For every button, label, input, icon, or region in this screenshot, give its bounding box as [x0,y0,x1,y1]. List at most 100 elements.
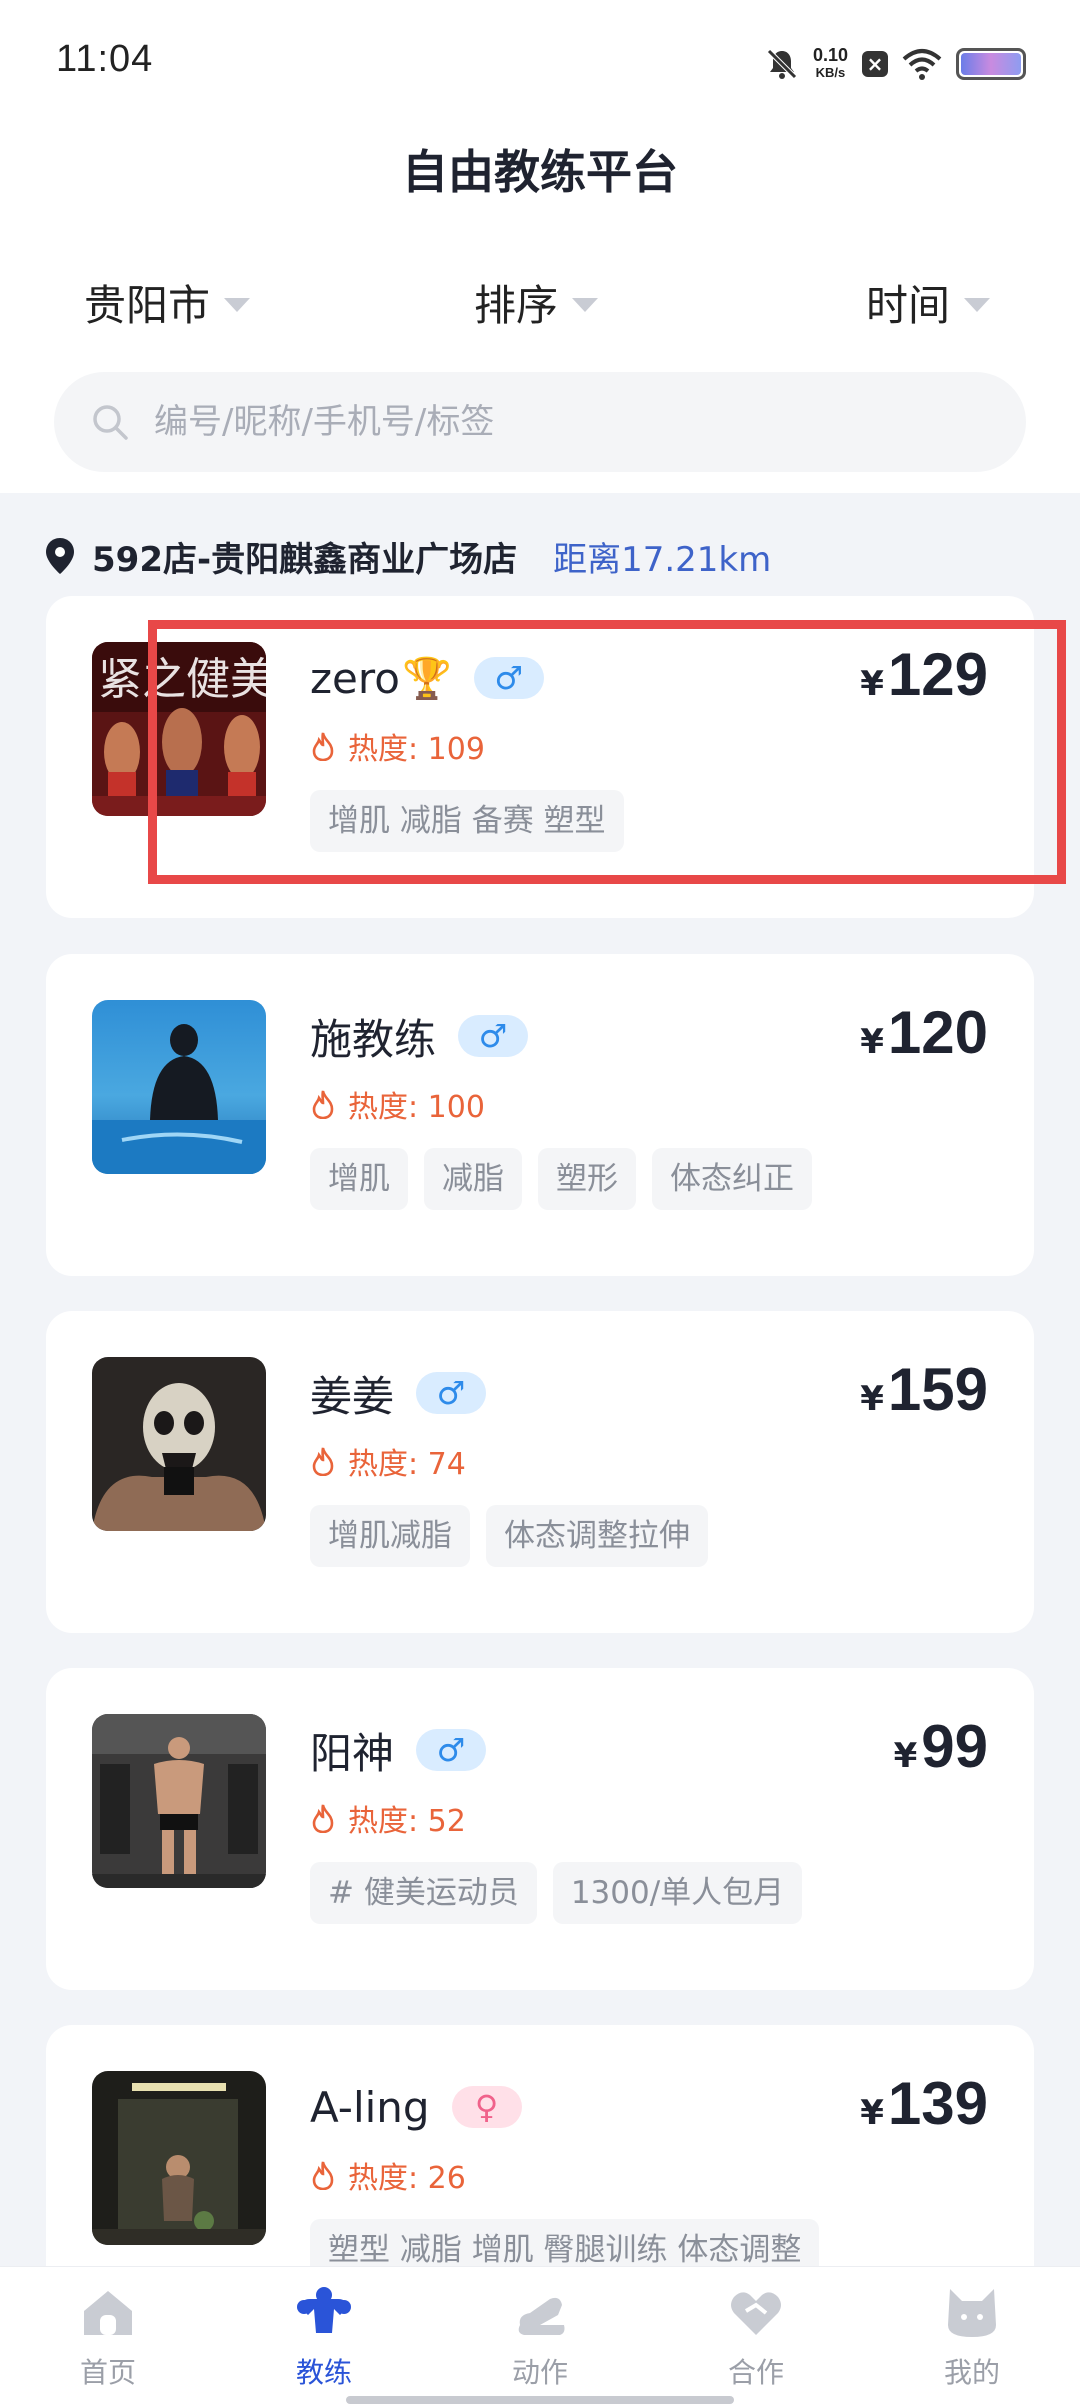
coach-heat: 热度: 109 [310,724,485,768]
currency-symbol: ¥ [860,1022,884,1062]
status-icons: 0.10 KB/s × [765,40,1026,88]
tab-action[interactable]: 动作 [470,2285,610,2391]
flame-icon [312,732,334,761]
caret-down-icon [572,297,599,312]
coach-heat: 热度: 74 [310,1439,466,1483]
status-bar: 11:04 0.10 KB/s × [0,0,1080,120]
male-gender-badge: ♂ [458,1015,529,1057]
coach-tags: 增肌减脂 体态调整拉伸 [310,1505,708,1567]
caret-down-icon [224,297,251,312]
coach-name: A-ling [310,2082,430,2132]
coach-name-row: 施教练 ♂ [310,1006,529,1066]
currency-symbol: ¥ [860,1379,884,1419]
search-bar[interactable] [54,372,1026,472]
tab-home[interactable]: 首页 [38,2285,178,2391]
handshake-icon [731,2292,781,2335]
coach-card-zero[interactable]: 紧之健美 zero 🏆 ♂ 热度: 109 增肌 减脂 备赛 塑型 ¥ 129 [46,596,1034,918]
coach-name-row: 姜姜 ♂ [310,1363,487,1423]
coach-avatar [92,1357,266,1531]
coach-price: ¥ 139 [860,2069,988,2138]
coach-price: ¥ 99 [894,1712,988,1781]
coach-name-row: A-ling ♀ [310,2077,522,2137]
store-name: 592店-贵阳麒鑫商业广场店 [92,539,518,580]
svg-text:紧之健美: 紧之健美 [98,654,266,705]
currency-symbol: ¥ [893,1736,918,1776]
coach-tag: 1300/单人包月 [552,1862,803,1924]
coach-heat-text: 热度: 100 [348,1090,485,1125]
coach-tag: 增肌 [310,1148,408,1210]
currency-symbol: ¥ [860,2093,884,2133]
mute-bell-icon [767,49,797,79]
male-gender-badge: ♂ [473,657,544,699]
tab-coach-label: 教练 [295,2356,352,2389]
filter-sort-label: 排序 [474,281,559,330]
net-speed: 0.10 KB/s [813,46,848,82]
coach-avatar [92,1000,266,1174]
tab-action-label: 动作 [511,2356,568,2389]
coach-tag: 增肌 减脂 备赛 塑型 [310,790,624,852]
coach-name: 阳神 [310,1728,395,1778]
coach-heat: 热度: 52 [310,1796,466,1840]
tab-home-label: 首页 [79,2356,136,2389]
tab-cooperation[interactable]: 合作 [686,2285,826,2391]
flame-icon [312,2161,334,2190]
flame-icon [312,1090,334,1119]
female-gender-badge: ♀ [451,2086,522,2128]
coach-tag: 塑形 [538,1148,636,1210]
coach-heat-text: 热度: 74 [348,1447,466,1482]
coach-name: 姜姜 [310,1371,395,1421]
coach-heat-text: 热度: 109 [348,732,485,767]
price-value: 120 [887,999,988,1066]
coach-name-row: zero 🏆 ♂ [310,648,544,708]
coach-heat-text: 热度: 52 [348,1804,466,1839]
bottom-tab-bar: 首页 教练 动作 合作 我的 [0,2266,1080,2408]
net-speed-unit: KB/s [815,65,846,80]
coach-heat-text: 热度: 26 [348,2161,466,2196]
coach-tag: 体态纠正 [652,1148,812,1210]
coach-avatar [92,1714,266,1888]
caret-down-icon [964,297,991,312]
currency-symbol: ¥ [860,664,884,704]
coach-tag: 减脂 [424,1148,522,1210]
trophy-icon: 🏆 [401,655,452,702]
status-time: 11:04 [56,38,154,80]
tab-coach[interactable]: 教练 [254,2285,394,2391]
filter-time-label: 时间 [866,281,951,330]
coach-heat: 热度: 26 [310,2153,466,2197]
home-indicator [346,2396,734,2404]
coach-tag: 增肌减脂 [310,1505,470,1567]
search-input[interactable] [154,402,954,442]
net-speed-value: 0.10 [812,45,848,65]
tab-mine[interactable]: 我的 [902,2285,1042,2391]
coach-tags: # 健美运动员 1300/单人包月 [310,1862,803,1924]
coach-card-yangshen[interactable]: 阳神 ♂ 热度: 52 # 健美运动员 1300/单人包月 ¥ 99 [46,1668,1034,1990]
notification-x-icon: × [862,51,888,77]
flame-icon [312,1804,334,1833]
coach-name: zero [310,653,400,703]
location-pin-icon [46,538,74,574]
coach-tag: 体态调整拉伸 [486,1505,708,1567]
wifi-icon [902,49,942,80]
price-value: 139 [887,2070,988,2137]
price-value: 99 [921,1713,988,1780]
tab-mine-label: 我的 [943,2356,1000,2389]
coach-avatar [92,2071,266,2245]
store-info: 592店-贵阳麒鑫商业广场店 距离17.21km [44,528,771,584]
coach-card-jiang[interactable]: 姜姜 ♂ 热度: 74 增肌减脂 体态调整拉伸 ¥ 159 [46,1311,1034,1633]
filter-time[interactable]: 时间 [866,272,991,333]
coach-price: ¥ 159 [860,1355,988,1424]
coach-name-row: 阳神 ♂ [310,1720,487,1780]
coach-avatar: 紧之健美 [92,642,266,816]
filter-bar: 贵阳市 排序 时间 [0,272,1080,342]
filter-city[interactable]: 贵阳市 [84,272,251,333]
tab-cooperation-label: 合作 [727,2356,784,2389]
coach-icon [297,2287,351,2333]
store-distance: 距离17.21km [553,539,772,580]
coach-name: 施教练 [310,1014,437,1064]
filter-sort[interactable]: 排序 [474,272,599,333]
page-title: 自由教练平台 [402,145,678,199]
male-gender-badge: ♂ [416,1372,487,1414]
coach-tags: 增肌 减脂 塑形 体态纠正 [310,1148,812,1210]
coach-card-shi[interactable]: 施教练 ♂ 热度: 100 增肌 减脂 塑形 体态纠正 ¥ 120 [46,954,1034,1276]
male-gender-badge: ♂ [416,1729,487,1771]
